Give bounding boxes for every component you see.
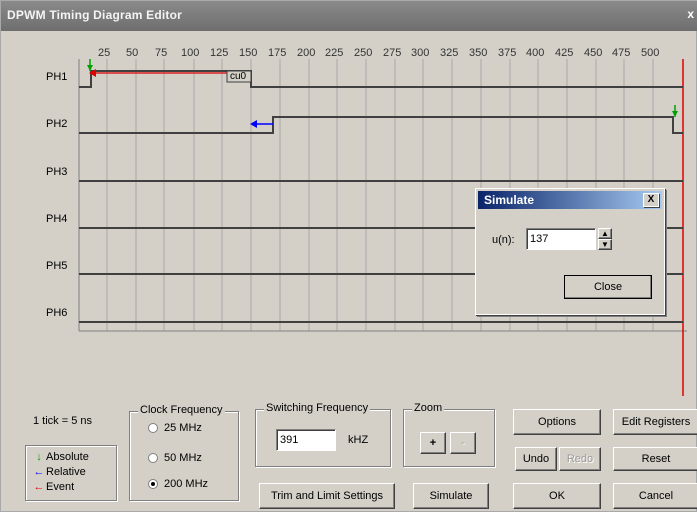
zoom-in-button[interactable]: + (420, 432, 446, 454)
close-button[interactable]: Close (564, 275, 652, 299)
radio-200mhz[interactable]: 200 MHz (148, 478, 208, 490)
radio-25mhz[interactable]: 25 MHz (148, 422, 202, 434)
ph2-waveform (79, 116, 683, 134)
legend-box: ↓ Absolute ← Relative ← Event (25, 445, 117, 501)
zoom-legend: Zoom (412, 402, 445, 414)
tick-label: 175 (268, 47, 287, 59)
tick-info: 1 tick = 5 ns (33, 415, 93, 427)
tick-label: 450 (584, 47, 603, 59)
switching-frequency-input[interactable]: 391 (276, 429, 336, 451)
switching-frequency-legend: Switching Frequency (264, 402, 371, 414)
clock-frequency-group: Clock Frequency 25 MHz 50 MHz 200 MHz (129, 404, 239, 501)
spin-down-icon[interactable]: ▼ (598, 239, 612, 250)
tick-label: 125 (210, 47, 229, 59)
tick-label: 400 (526, 47, 545, 59)
simulate-button[interactable]: Simulate (413, 483, 489, 509)
tick-label: 150 (239, 47, 258, 59)
tick-label: 350 (469, 47, 488, 59)
tick-label: 425 (555, 47, 574, 59)
legend-relative: ← Relative (33, 466, 86, 478)
simulate-dialog-title: Simulate (484, 193, 535, 207)
legend-absolute: ↓ Absolute (32, 451, 89, 463)
phase-label-ph2: PH2 (46, 118, 68, 130)
tick-label: 100 (181, 47, 200, 59)
tick-label: 475 (612, 47, 631, 59)
close-icon[interactable]: X (643, 193, 659, 207)
reset-button[interactable]: Reset (613, 447, 697, 471)
undo-button[interactable]: Undo (515, 447, 557, 471)
ok-button[interactable]: OK (513, 483, 601, 509)
trim-limit-settings-button[interactable]: Trim and Limit Settings (259, 483, 395, 509)
left-arrow-icon: ← (33, 481, 45, 493)
phase-label-ph4: PH4 (46, 213, 68, 225)
tick-label: 50 (126, 47, 139, 59)
simulate-dialog-title-bar[interactable]: Simulate X (478, 191, 662, 209)
switching-frequency-group: Switching Frequency 391 kHZ (255, 402, 391, 467)
tick-label: 200 (297, 47, 316, 59)
tick-label: 300 (411, 47, 430, 59)
tick-label: 25 (98, 47, 111, 59)
phase-label-ph6: PH6 (46, 307, 68, 319)
redo-button[interactable]: Redo (559, 447, 601, 471)
zoom-group: Zoom + - (403, 402, 495, 467)
down-arrow-icon: ↓ (36, 451, 42, 463)
tick-label: 75 (155, 47, 168, 59)
zoom-out-button[interactable]: - (450, 432, 476, 454)
tick-label: 275 (383, 47, 402, 59)
clock-frequency-legend: Clock Frequency (138, 404, 225, 416)
phase-label-ph5: PH5 (46, 260, 68, 272)
spin-up-icon[interactable]: ▲ (598, 228, 612, 239)
un-label: u(n): (492, 234, 515, 246)
phase-label-ph1: PH1 (46, 71, 68, 83)
tick-label: 500 (641, 47, 660, 59)
dpwm-editor-window: DPWM Timing Diagram Editor x 25 50 75 10… (0, 0, 697, 512)
simulate-dialog: Simulate X u(n): 137 ▲ ▼ Close (475, 188, 665, 315)
options-button[interactable]: Options (513, 409, 601, 435)
cancel-button[interactable]: Cancel (613, 483, 697, 509)
phase-label-ph3: PH3 (46, 166, 68, 178)
un-input[interactable]: 137 (526, 228, 596, 250)
radio-50mhz[interactable]: 50 MHz (148, 452, 202, 464)
tick-label: 325 (440, 47, 459, 59)
tick-label: 375 (498, 47, 517, 59)
switching-frequency-unit: kHZ (348, 434, 369, 446)
cursor-label[interactable]: cu0 (230, 71, 246, 82)
tick-label: 250 (354, 47, 373, 59)
left-arrow-icon: ← (33, 466, 45, 478)
tick-label: 225 (325, 47, 344, 59)
legend-event: ← Event (33, 481, 75, 493)
edit-registers-button[interactable]: Edit Registers (613, 409, 697, 435)
